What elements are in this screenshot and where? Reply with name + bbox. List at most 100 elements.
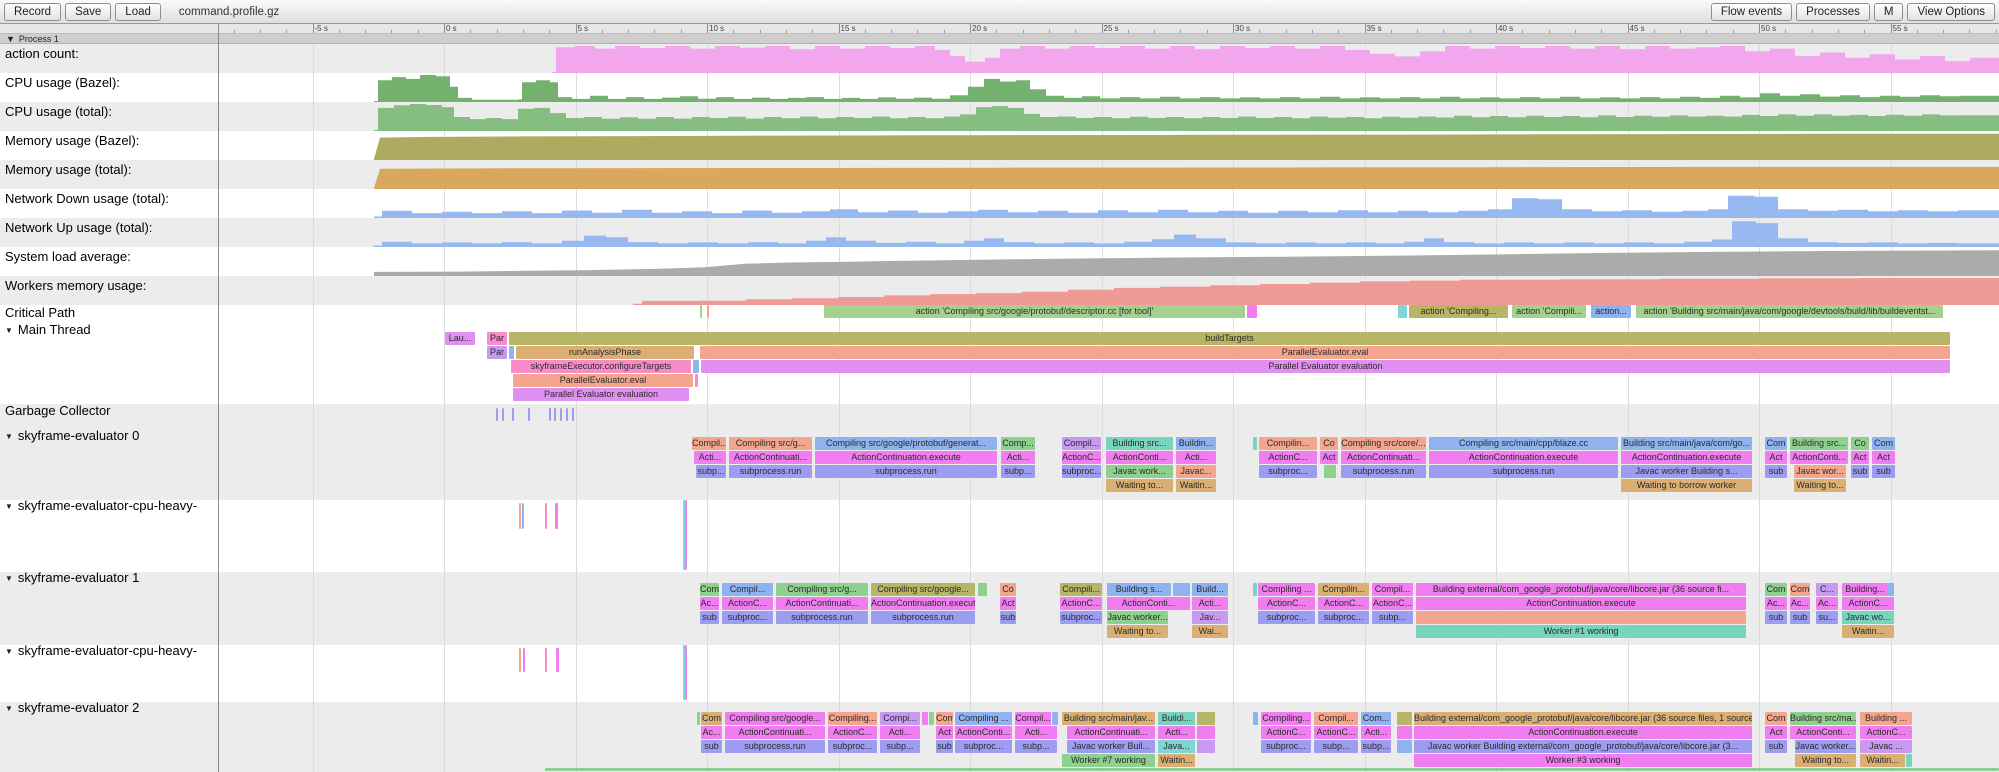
skyframe-evaluator-1-slice[interactable]: ActionC... xyxy=(1318,597,1369,610)
skyframe-evaluator-2-slice[interactable]: subp... xyxy=(1314,740,1358,753)
critical-path-slice[interactable] xyxy=(1398,305,1407,318)
skyframe-evaluator-2-slice[interactable]: Building src/ma... xyxy=(1790,712,1856,725)
skyframe-evaluator-1-slice[interactable] xyxy=(1888,583,1894,596)
skyframe-evaluator-cpu-heavy-2-slice[interactable] xyxy=(523,648,525,672)
skyframe-evaluator-0-slice[interactable]: Act xyxy=(1851,451,1869,464)
main-thread-slice[interactable]: Lau... xyxy=(445,332,475,345)
collapse-arrow-icon[interactable]: ▼ xyxy=(5,432,13,441)
critical-path-slice[interactable]: action 'Compiling... xyxy=(1409,305,1508,318)
view-options-button[interactable]: View Options xyxy=(1907,3,1995,21)
skyframe-evaluator-cpu-heavy-2-slice[interactable] xyxy=(545,648,547,672)
skyframe-evaluator-0-slice[interactable]: ActionContinuati... xyxy=(1341,451,1426,464)
skyframe-evaluator-0-slice[interactable]: Compiling src/g... xyxy=(729,437,812,450)
skyframe-evaluator-1-slice[interactable] xyxy=(1416,611,1746,624)
skyframe-evaluator-1-slice[interactable]: Co xyxy=(1000,583,1016,596)
skyframe-evaluator-0-slice[interactable]: Waitin... xyxy=(1176,479,1216,492)
skyframe-evaluator-2-slice[interactable]: Compil... xyxy=(1314,712,1358,725)
skyframe-evaluator-0-slice[interactable] xyxy=(1324,465,1336,478)
time-ruler[interactable]: -5 s0 s5 s10 s15 s20 s25 s30 s35 s40 s45… xyxy=(0,24,1999,34)
skyframe-evaluator-0-slice[interactable]: Javac work... xyxy=(1106,465,1173,478)
critical-path-slice[interactable]: action 'Building src/main/java/com/googl… xyxy=(1636,305,1943,318)
cpu-usage-bazel-chart[interactable] xyxy=(0,73,1999,102)
skyframe-evaluator-2-slice[interactable]: Waitin... xyxy=(1860,754,1905,767)
critical-path-slice[interactable] xyxy=(700,305,702,318)
skyframe-evaluator-0-slice[interactable]: ActionContinuati... xyxy=(729,451,812,464)
skyframe-evaluator-2-slice[interactable] xyxy=(1397,726,1412,739)
garbage-collector-slice[interactable] xyxy=(496,408,498,421)
main-thread-slice[interactable]: ParallelEvaluator.eval xyxy=(700,346,1950,359)
skyframe-evaluator-1-slice[interactable]: ActionContinuation.execute xyxy=(871,597,975,610)
critical-path-slice[interactable]: action 'Compiling src/google/protobuf/de… xyxy=(824,305,1245,318)
skyframe-evaluator-0-slice[interactable]: Co xyxy=(1851,437,1869,450)
row-label-skyframe-evaluator-0[interactable]: ▼skyframe-evaluator 0 xyxy=(0,428,139,443)
skyframe-evaluator-2-slice[interactable]: Javac worker Building external/com_googl… xyxy=(1414,740,1752,753)
collapse-arrow-icon[interactable]: ▼ xyxy=(5,502,13,511)
skyframe-evaluator-1-slice[interactable]: subproc... xyxy=(1258,611,1315,624)
skyframe-evaluator-2-slice[interactable]: Acti... xyxy=(1158,726,1195,739)
skyframe-evaluator-0-slice[interactable]: Buildin... xyxy=(1176,437,1216,450)
skyframe-evaluator-1-slice[interactable]: Waiting to... xyxy=(1107,625,1168,638)
skyframe-evaluator-2-slice[interactable]: Ac... xyxy=(701,726,722,739)
skyframe-evaluator-2-slice[interactable]: Compiling ... xyxy=(955,712,1012,725)
skyframe-evaluator-0-slice[interactable]: Act xyxy=(1872,451,1895,464)
skyframe-evaluator-2-slice[interactable]: ActionContinuati... xyxy=(1067,726,1155,739)
skyframe-evaluator-1-slice[interactable]: subproc... xyxy=(1060,611,1102,624)
skyframe-evaluator-2-slice[interactable]: Worker #7 working xyxy=(1062,754,1155,767)
skyframe-evaluator-2-slice[interactable]: Compiling src/google... xyxy=(725,712,825,725)
skyframe-evaluator-2-slice[interactable]: sub xyxy=(1765,740,1787,753)
skyframe-evaluator-2-slice[interactable] xyxy=(1906,754,1912,767)
skyframe-evaluator-cpu-heavy-2-slice[interactable] xyxy=(685,645,687,700)
skyframe-evaluator-0-slice[interactable]: subprocess.run xyxy=(815,465,997,478)
skyframe-evaluator-1-slice[interactable]: Com xyxy=(1765,583,1787,596)
network-up-usage-chart[interactable] xyxy=(0,218,1999,247)
skyframe-evaluator-2-slice[interactable]: Act xyxy=(936,726,953,739)
skyframe-evaluator-cpu-heavy-2-slice[interactable] xyxy=(519,648,521,672)
skyframe-evaluator-0-slice[interactable]: Building src... xyxy=(1106,437,1173,450)
skyframe-evaluator-1-slice[interactable]: Wai... xyxy=(1192,625,1228,638)
skyframe-evaluator-2-slice[interactable]: Worker #3 working xyxy=(1414,754,1752,767)
skyframe-evaluator-0-slice[interactable]: Javac worker Building s... xyxy=(1621,465,1752,478)
skyframe-evaluator-1-slice[interactable]: Waitin... xyxy=(1842,625,1894,638)
skyframe-evaluator-2-slice[interactable]: subproc... xyxy=(1261,740,1311,753)
garbage-collector-slice[interactable] xyxy=(502,408,504,421)
main-thread-slice[interactable] xyxy=(509,346,514,359)
skyframe-evaluator-1-slice[interactable]: Building... xyxy=(1842,583,1888,596)
skyframe-evaluator-0-slice[interactable]: Acti... xyxy=(1001,451,1035,464)
skyframe-evaluator-2-slice[interactable]: Building external/com_google_protobuf/ja… xyxy=(1414,712,1752,725)
row-label-main-thread[interactable]: ▼Main Thread xyxy=(0,322,91,337)
skyframe-evaluator-2-slice[interactable]: Java... xyxy=(1158,740,1195,753)
skyframe-evaluator-1-slice[interactable]: ActionC... xyxy=(1372,597,1413,610)
skyframe-evaluator-0-slice[interactable]: Com xyxy=(1765,437,1787,450)
skyframe-evaluator-0-slice[interactable]: Co xyxy=(1320,437,1338,450)
critical-path-slice[interactable] xyxy=(707,305,709,318)
processes-button[interactable]: Processes xyxy=(1796,3,1870,21)
skyframe-evaluator-2-slice[interactable] xyxy=(1197,740,1215,753)
skyframe-evaluator-1-slice[interactable]: subprocess.run xyxy=(776,611,868,624)
skyframe-evaluator-1-slice[interactable]: Javac wo... xyxy=(1842,611,1894,624)
skyframe-evaluator-0-slice[interactable]: sub xyxy=(1872,465,1895,478)
skyframe-evaluator-2-slice[interactable]: Acti... xyxy=(880,726,920,739)
workers-memory-usage-chart[interactable] xyxy=(0,276,1999,305)
skyframe-evaluator-2-slice[interactable]: ActionContinuati... xyxy=(725,726,825,739)
skyframe-evaluator-1-slice[interactable]: ActionContinuation.execute xyxy=(1416,597,1746,610)
skyframe-evaluator-1-slice[interactable]: subp... xyxy=(1372,611,1413,624)
skyframe-evaluator-1-slice[interactable]: Compili... xyxy=(1060,583,1102,596)
skyframe-evaluator-0-slice[interactable]: Act xyxy=(1765,451,1787,464)
skyframe-evaluator-0-slice[interactable]: Com xyxy=(1872,437,1895,450)
skyframe-evaluator-1-slice[interactable] xyxy=(1253,583,1257,596)
skyframe-evaluator-1-slice[interactable]: Javac worker... xyxy=(1107,611,1168,624)
skyframe-evaluator-2-slice[interactable]: subprocess.run xyxy=(725,740,825,753)
skyframe-evaluator-2-slice[interactable]: subproc... xyxy=(828,740,877,753)
skyframe-evaluator-2-slice[interactable]: ActionC... xyxy=(1860,726,1912,739)
main-thread-slice[interactable] xyxy=(695,374,698,387)
skyframe-evaluator-2-slice[interactable] xyxy=(1397,712,1412,725)
skyframe-evaluator-0-slice[interactable]: ActionContinuation.execute xyxy=(815,451,997,464)
skyframe-evaluator-2-slice[interactable]: Compiling... xyxy=(1261,712,1311,725)
garbage-collector-slice[interactable] xyxy=(528,408,530,421)
skyframe-evaluator-1-slice[interactable]: Building external/com_google_protobuf/ja… xyxy=(1416,583,1746,596)
skyframe-evaluator-1-slice[interactable]: su... xyxy=(1816,611,1838,624)
skyframe-evaluator-2-slice[interactable]: subp... xyxy=(1361,740,1391,753)
memory-usage-bazel-chart[interactable] xyxy=(0,131,1999,160)
skyframe-evaluator-2-slice[interactable] xyxy=(1253,712,1258,725)
skyframe-evaluator-0-slice[interactable]: subproc... xyxy=(1062,465,1101,478)
